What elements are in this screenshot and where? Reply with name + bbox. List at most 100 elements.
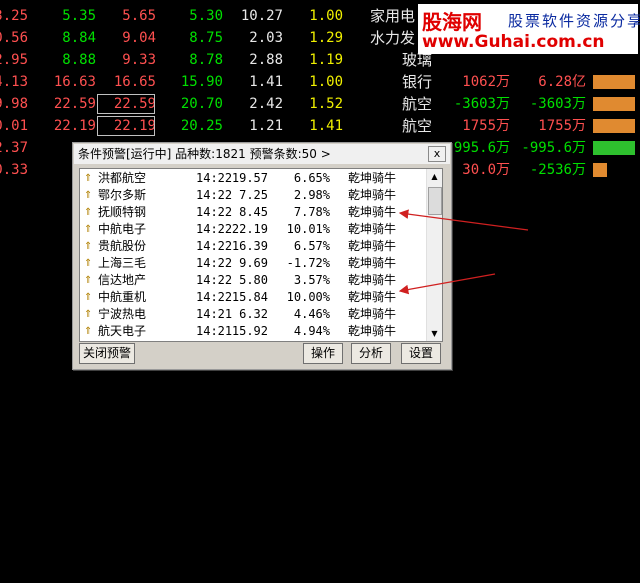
alert-row[interactable]: ⇑ 洪都航空 14:22 19.57 6.65% 乾坤骑牛 [80, 170, 426, 187]
analyze-button[interactable]: 分析 [351, 343, 391, 364]
change-pct: 2.98% [293, 188, 330, 202]
alert-row[interactable]: ⇑ 上海三毛 14:22 9.69 -1.72% 乾坤骑牛 [80, 255, 426, 272]
amount-cell: -2536万 [529, 162, 586, 178]
quote-cell: 1.21 [249, 118, 283, 134]
stock-price: 5.80 [239, 273, 268, 287]
quote-cell: 2.03 [249, 30, 283, 46]
change-pct: 4.94% [293, 324, 330, 338]
alert-condition: 乾坤骑牛 [348, 205, 397, 219]
level-bar [593, 141, 635, 155]
alert-row[interactable]: ⇑ 中航电子 14:22 22.19 10.01% 乾坤骑牛 [80, 221, 426, 238]
stock-name: 中航重机 [98, 290, 147, 304]
alert-row[interactable]: ⇑ 信达地产 14:22 5.80 3.57% 乾坤骑牛 [80, 272, 426, 289]
scroll-up-icon[interactable]: ▲ [427, 169, 442, 184]
stock-name: 宁波热电 [98, 307, 147, 321]
dialog-title: 条件预警[运行中] 品种数:1821 预警条数:50 > [78, 147, 331, 161]
quote-cell: 22.59 [53, 96, 96, 112]
alert-condition: 乾坤骑牛 [348, 222, 397, 236]
quote-row[interactable]: 0.01 22.1922.19 20.25 1.21 1.41 航空 1755万 1755万 [0, 115, 640, 137]
quote-cell: 9.33 [122, 52, 156, 68]
logo-title: 股海网 [422, 10, 482, 34]
scroll-down-icon[interactable]: ▼ [427, 326, 442, 341]
change-pct: 4.46% [293, 307, 330, 321]
quote-cell: 0.01 [0, 118, 28, 134]
sector-name: 银行 [402, 73, 433, 91]
rise-alert-icon: ⇑ [84, 326, 93, 337]
alert-row[interactable]: ⇑ 航天电子 14:21 15.92 4.94% 乾坤骑牛 [80, 323, 426, 340]
amount-cell: 6.28亿 [538, 74, 586, 90]
rise-alert-icon: ⇑ [84, 258, 93, 269]
scroll-thumb[interactable] [428, 187, 442, 215]
quote-cell: 2.95 [0, 52, 28, 68]
quote-cell: 22.19 [53, 118, 96, 134]
quote-cell: 1.29 [309, 30, 343, 46]
alert-condition: 乾坤骑牛 [348, 290, 397, 304]
quote-cell: 0.56 [0, 30, 28, 46]
rise-alert-icon: ⇑ [84, 292, 93, 303]
quote-cell: 1.41 [309, 118, 343, 134]
quote-cell: 5.65 [122, 8, 156, 24]
change-pct: 10.00% [286, 290, 330, 304]
quote-row[interactable]: 9.98 22.5922.59 20.70 2.42 1.52 航空 -3603万 -3603… [0, 93, 640, 115]
close-alert-button[interactable]: 关闭预警 [79, 343, 135, 364]
alert-condition: 乾坤骑牛 [348, 188, 397, 202]
rise-alert-icon: ⇑ [84, 224, 93, 235]
rise-alert-icon: ⇑ [84, 241, 93, 252]
quote-cell: 2.88 [249, 52, 283, 68]
quote-cell: 16.63 [53, 74, 96, 90]
logo-subtitle: 股票软件资源分享 [508, 12, 640, 30]
volume-cell: 1062万 [462, 74, 510, 90]
close-button[interactable]: x [428, 146, 446, 162]
alert-list[interactable]: ▲ ▼ ⇑ 洪都航空 14:22 19.57 6.65% 乾坤骑牛 ⇑ 鄂尔多斯 14:22 7.… [79, 168, 443, 342]
condition-alert-dialog[interactable]: 条件预警[运行中] 品种数:1821 预警条数:50 > x ▲ ▼ ⇑ 洪都航空… [72, 142, 452, 370]
amount-cell: 1755万 [538, 118, 586, 134]
quote-cell: 9.04 [122, 30, 156, 46]
quote-cell: 9.98 [0, 96, 28, 112]
list-scrollbar[interactable]: ▲ ▼ [426, 169, 442, 341]
stock-name: 中航电子 [98, 222, 147, 236]
alert-row[interactable]: ⇑ 贵航股份 14:22 16.39 6.57% 乾坤骑牛 [80, 238, 426, 255]
alert-row[interactable]: ⇑ 抚顺特钢 14:22 8.45 7.78% 乾坤骑牛 [80, 204, 426, 221]
level-bar [593, 75, 635, 89]
stock-price: 8.45 [239, 205, 268, 219]
change-pct: 6.65% [293, 171, 330, 185]
stock-name: 上海三毛 [98, 256, 147, 270]
stock-price: 22.19 [231, 222, 268, 236]
sector-name: 家用电 [370, 7, 416, 25]
quote-cell: 1.00 [309, 8, 343, 24]
quote-cell: 20.25 [180, 118, 223, 134]
level-bar [593, 97, 635, 111]
rise-alert-icon: ⇑ [84, 309, 93, 320]
alert-condition: 乾坤骑牛 [348, 273, 397, 287]
alert-row[interactable]: ⇑ 鄂尔多斯 14:22 7.25 2.98% 乾坤骑牛 [80, 187, 426, 204]
quote-cell: 1.00 [309, 74, 343, 90]
logo-url: www.Guhai.com.cn [422, 32, 605, 52]
quote-row[interactable]: 4.13 16.63 16.65 15.90 1.41 1.00 银行 1062万 6.28亿 [0, 71, 640, 93]
change-pct: 6.57% [293, 239, 330, 253]
change-pct: 3.57% [293, 273, 330, 287]
rise-alert-icon: ⇑ [84, 275, 93, 286]
quote-cell: 0.33 [0, 162, 28, 178]
settings-button[interactable]: 设置 [401, 343, 441, 364]
stock-price: 15.92 [231, 324, 268, 338]
stock-name: 航天电子 [98, 324, 147, 338]
quote-cell: 2.42 [249, 96, 283, 112]
dialog-titlebar[interactable]: 条件预警[运行中] 品种数:1821 预警条数:50 > x [74, 144, 450, 164]
alert-row[interactable]: ⇑ 宁波热电 14:21 6.32 4.46% 乾坤骑牛 [80, 306, 426, 323]
stock-name: 信达地产 [98, 273, 147, 287]
operate-button[interactable]: 操作 [303, 343, 343, 364]
quote-cell: 2.37 [0, 140, 28, 156]
alert-condition: 乾坤骑牛 [348, 256, 397, 270]
site-logo: 股海网 股票软件资源分享 www.Guhai.com.cn [418, 4, 640, 54]
stock-name: 抚顺特钢 [98, 205, 147, 219]
alert-condition: 乾坤骑牛 [348, 307, 397, 321]
rise-alert-icon: ⇑ [84, 190, 93, 201]
alert-row[interactable]: ⇑ 中航重机 14:22 15.84 10.00% 乾坤骑牛 [80, 289, 426, 306]
quote-cell: 16.65 [113, 74, 156, 90]
quote-cell: 8.88 [62, 52, 96, 68]
change-pct: -1.72% [286, 256, 330, 270]
quote-cell: 3.25 [0, 8, 28, 24]
sector-name: 水力发 [370, 29, 416, 47]
quote-cell: 22.59 [96, 93, 156, 115]
stock-price: 9.69 [239, 256, 268, 270]
